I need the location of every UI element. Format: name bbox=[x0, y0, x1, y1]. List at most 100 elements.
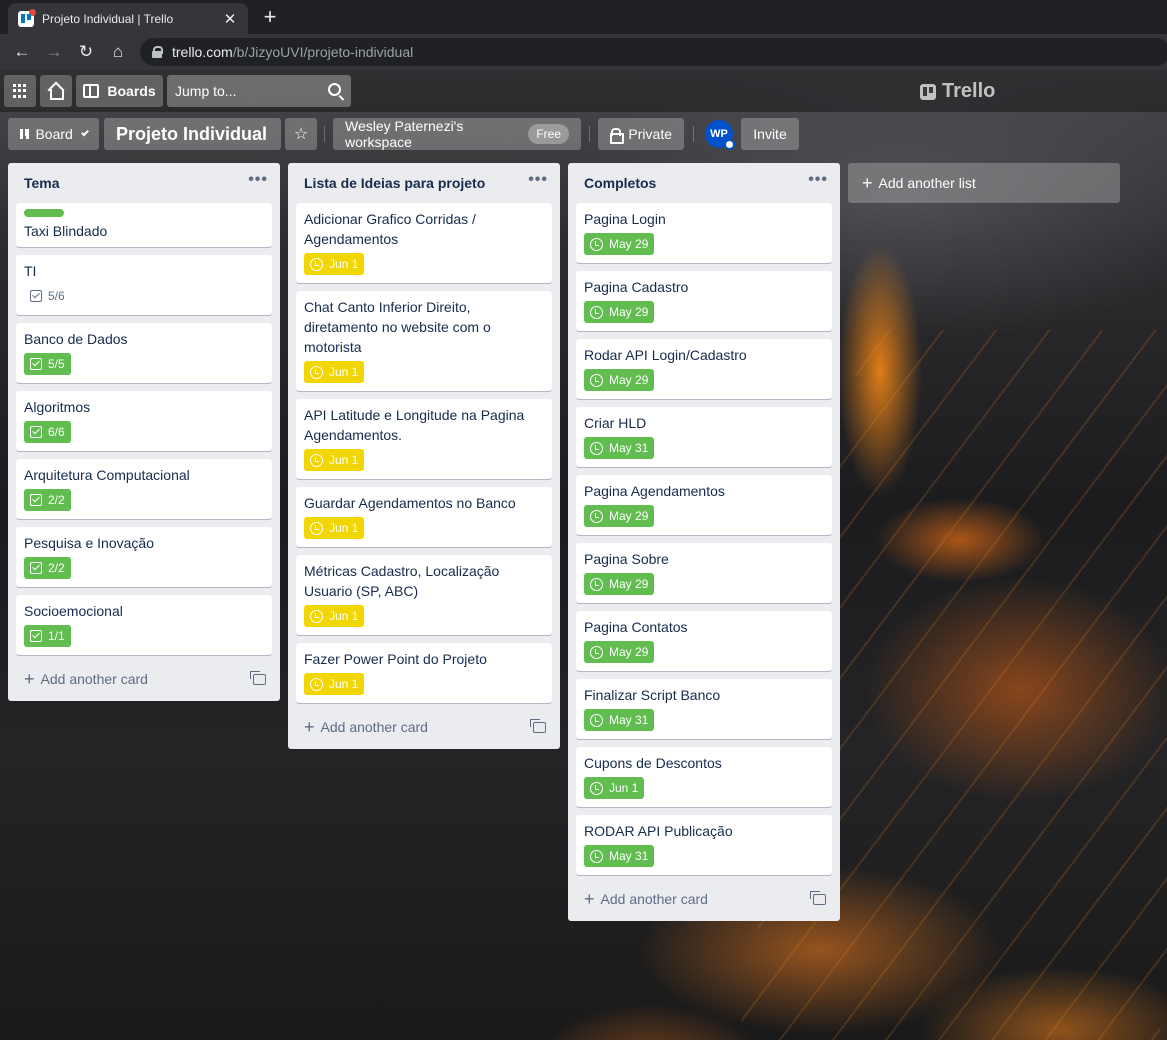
create-from-template-icon[interactable] bbox=[810, 891, 826, 905]
due-date-badge[interactable]: May 31 bbox=[584, 709, 655, 731]
card[interactable]: Chat Canto Inferior Direito, diretamento… bbox=[296, 291, 552, 391]
browser-tab[interactable]: Projeto Individual | Trello ✕ bbox=[8, 3, 248, 34]
due-date-badge[interactable]: Jun 1 bbox=[304, 253, 365, 275]
list-column[interactable]: Tema ••• Taxi Blindado TI 5/6 Banco de Dados 5… bbox=[8, 163, 280, 701]
list-column[interactable]: Completos ••• Pagina Login May 29 Pagina Cad… bbox=[568, 163, 840, 921]
due-date-badge[interactable]: May 29 bbox=[584, 233, 655, 255]
list-header[interactable]: Completos ••• bbox=[568, 163, 840, 203]
card[interactable]: Pesquisa e Inovação 2/2 bbox=[16, 527, 272, 587]
search-icon[interactable] bbox=[328, 83, 341, 96]
card[interactable]: Adicionar Grafico Corridas / Agendamento… bbox=[296, 203, 552, 283]
reload-icon[interactable]: ↻ bbox=[76, 42, 96, 62]
list-header[interactable]: Lista de Ideias para projeto ••• bbox=[288, 163, 560, 203]
avatar-initials: WP bbox=[710, 128, 728, 140]
back-arrow-icon[interactable]: ← bbox=[12, 42, 32, 62]
visibility-button[interactable]: Private bbox=[598, 118, 684, 150]
due-date-badge[interactable]: May 29 bbox=[584, 369, 655, 391]
list-menu-icon[interactable]: ••• bbox=[528, 171, 548, 189]
apps-grid-icon bbox=[13, 84, 27, 98]
board-view-switcher[interactable]: Board bbox=[8, 118, 99, 150]
list-menu-icon[interactable]: ••• bbox=[248, 171, 268, 189]
list-menu-icon[interactable]: ••• bbox=[808, 171, 828, 189]
card[interactable]: Cupons de Descontos Jun 1 bbox=[576, 747, 832, 807]
add-card-button[interactable]: + Add another card bbox=[568, 883, 840, 921]
jump-to-search-input[interactable]: Jump to... bbox=[167, 75, 351, 107]
due-date-badge[interactable]: Jun 1 bbox=[304, 517, 365, 539]
due-date-badge[interactable]: May 29 bbox=[584, 301, 655, 323]
card[interactable]: Métricas Cadastro, Localização Usuario (… bbox=[296, 555, 552, 635]
card[interactable]: Pagina Sobre May 29 bbox=[576, 543, 832, 603]
card[interactable]: Criar HLD May 31 bbox=[576, 407, 832, 467]
list-header[interactable]: Tema ••• bbox=[8, 163, 280, 203]
due-date-badge[interactable]: Jun 1 bbox=[584, 777, 645, 799]
new-tab-icon[interactable]: + bbox=[258, 4, 282, 30]
card[interactable]: Taxi Blindado bbox=[16, 203, 272, 247]
card[interactable]: Pagina Cadastro May 29 bbox=[576, 271, 832, 331]
list-column[interactable]: Lista de Ideias para projeto ••• Adicionar… bbox=[288, 163, 560, 749]
forward-arrow-icon[interactable]: → bbox=[44, 42, 64, 62]
due-date-badge[interactable]: May 29 bbox=[584, 641, 655, 663]
due-date-text: May 29 bbox=[609, 373, 649, 387]
card-label[interactable] bbox=[24, 209, 64, 217]
card[interactable]: Rodar API Login/Cadastro May 29 bbox=[576, 339, 832, 399]
card[interactable]: Arquitetura Computacional 2/2 bbox=[16, 459, 272, 519]
card[interactable]: Pagina Contatos May 29 bbox=[576, 611, 832, 671]
card[interactable]: Fazer Power Point do Projeto Jun 1 bbox=[296, 643, 552, 703]
card[interactable]: Banco de Dados 5/5 bbox=[16, 323, 272, 383]
due-date-badge[interactable]: May 31 bbox=[584, 437, 655, 459]
card[interactable]: API Latitude e Longitude na Pagina Agend… bbox=[296, 399, 552, 479]
checklist-icon bbox=[30, 494, 42, 506]
add-list-button[interactable]: + Add another list bbox=[848, 163, 1120, 203]
due-date-badge[interactable]: Jun 1 bbox=[304, 449, 365, 471]
checklist-count: 5/6 bbox=[48, 289, 65, 303]
trello-favicon-icon bbox=[18, 8, 36, 27]
close-tab-icon[interactable]: ✕ bbox=[222, 10, 238, 28]
boards-button[interactable]: Boards bbox=[76, 75, 163, 107]
card[interactable]: Finalizar Script Banco May 31 bbox=[576, 679, 832, 739]
due-date-badge[interactable]: May 29 bbox=[584, 573, 655, 595]
add-card-button[interactable]: + Add another card bbox=[8, 663, 280, 701]
due-date-text: Jun 1 bbox=[329, 453, 359, 467]
url-field[interactable]: trello.com/b/JizyoUVI/projeto-individual bbox=[140, 38, 1167, 66]
list-title[interactable]: Lista de Ideias para projeto bbox=[304, 175, 485, 191]
card-list: Taxi Blindado TI 5/6 Banco de Dados 5/5 Algor… bbox=[8, 203, 280, 655]
card[interactable]: Socioemocional 1/1 bbox=[16, 595, 272, 655]
trello-logo[interactable]: Trello bbox=[920, 80, 995, 103]
card[interactable]: RODAR API Publicação May 31 bbox=[576, 815, 832, 875]
due-date-badge[interactable]: May 31 bbox=[584, 845, 655, 867]
home-button[interactable] bbox=[40, 75, 72, 107]
card[interactable]: Algoritmos 6/6 bbox=[16, 391, 272, 451]
list-title[interactable]: Completos bbox=[584, 175, 656, 191]
card-title: RODAR API Publicação bbox=[584, 823, 733, 839]
header-divider bbox=[324, 126, 325, 142]
create-from-template-icon[interactable] bbox=[530, 719, 546, 733]
due-date-badge[interactable]: Jun 1 bbox=[304, 361, 365, 383]
checklist-badge: 5/6 bbox=[24, 285, 71, 307]
due-date-badge[interactable]: Jun 1 bbox=[304, 605, 365, 627]
card-title: Criar HLD bbox=[584, 415, 647, 431]
invite-button[interactable]: Invite bbox=[741, 118, 799, 150]
board-title-button[interactable]: Projeto Individual bbox=[104, 118, 281, 150]
card[interactable]: Pagina Login May 29 bbox=[576, 203, 832, 263]
add-card-button[interactable]: + Add another card bbox=[288, 711, 560, 749]
member-avatar[interactable]: WP bbox=[705, 120, 735, 150]
card-title: Pagina Login bbox=[584, 211, 666, 227]
due-date-badge[interactable]: Jun 1 bbox=[304, 673, 365, 695]
add-card-label: Add another card bbox=[40, 671, 148, 687]
star-board-button[interactable]: ☆ bbox=[285, 118, 317, 150]
list-title[interactable]: Tema bbox=[24, 175, 60, 191]
apps-switcher-button[interactable] bbox=[4, 75, 36, 107]
due-date-text: May 29 bbox=[609, 645, 649, 659]
card[interactable]: Pagina Agendamentos May 29 bbox=[576, 475, 832, 535]
clock-icon bbox=[590, 305, 603, 319]
due-date-text: May 31 bbox=[609, 713, 649, 727]
due-date-badge[interactable]: May 29 bbox=[584, 505, 655, 527]
card[interactable]: Guardar Agendamentos no Banco Jun 1 bbox=[296, 487, 552, 547]
create-from-template-icon[interactable] bbox=[250, 671, 266, 685]
card[interactable]: TI 5/6 bbox=[16, 255, 272, 315]
home-browser-icon[interactable]: ⌂ bbox=[108, 42, 128, 62]
workspace-button[interactable]: Wesley Paternezi's workspace Free bbox=[333, 118, 581, 150]
lock-icon[interactable] bbox=[152, 46, 163, 58]
card-title: Finalizar Script Banco bbox=[584, 687, 721, 703]
add-card-label: Add another card bbox=[600, 891, 708, 907]
